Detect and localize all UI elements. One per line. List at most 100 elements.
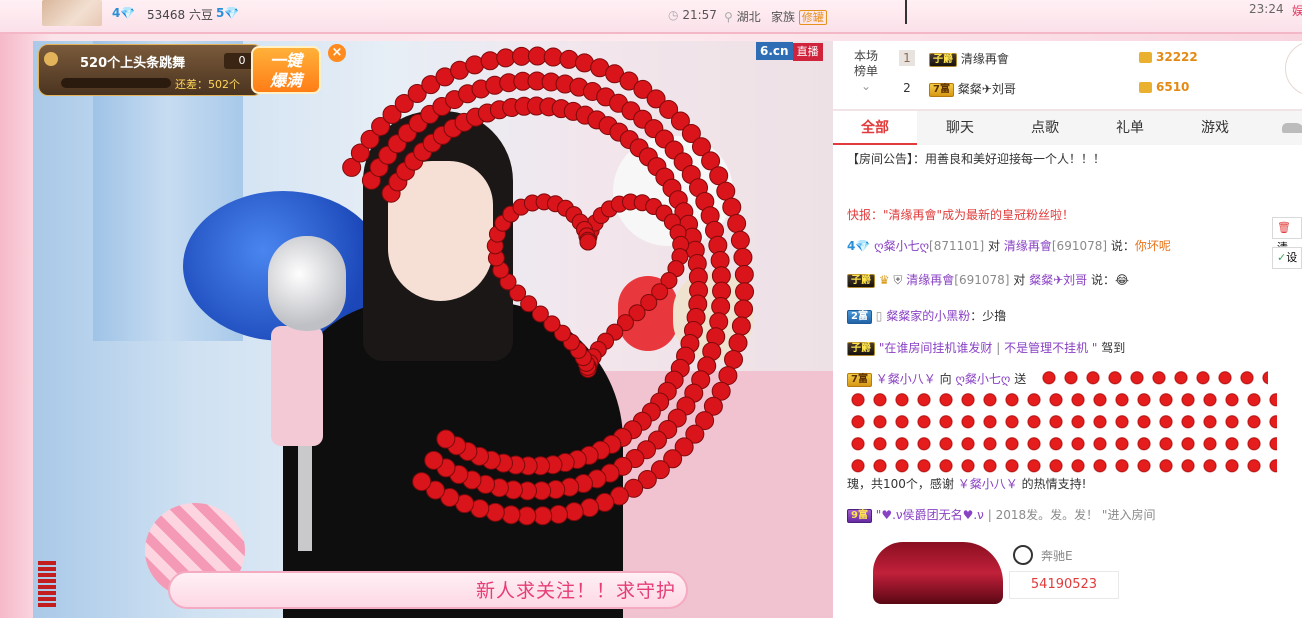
clock-icon: ◷ bbox=[668, 8, 679, 22]
separator: | bbox=[996, 341, 1001, 355]
tab-song[interactable]: 点歌 bbox=[1003, 111, 1087, 145]
room-notice: 【房间公告】：用善良和美好迎接每一个人！！！ bbox=[847, 149, 1277, 169]
notice-label: 【房间公告】 bbox=[847, 152, 914, 166]
wealth-badge: 2富 bbox=[847, 309, 872, 324]
rose bbox=[480, 51, 500, 71]
top-right-link[interactable]: 娱 bbox=[1292, 2, 1302, 19]
rose bbox=[733, 247, 753, 267]
top-bar: 4💎 53468 六豆 5💎 ◷ 21:57 ⚲ 湖北 家族 修罐 23:24 … bbox=[0, 0, 1302, 34]
sender-name[interactable]: 清缘再會 bbox=[906, 273, 954, 287]
sender-name[interactable]: "在谁房间挂机谁发财 bbox=[879, 341, 993, 355]
rose-row bbox=[847, 413, 1277, 437]
chat-list[interactable]: 【房间公告】：用善良和美好迎接每一个人！！！ 快报："清缘再會"成为最新的皇冠粉… bbox=[833, 145, 1277, 618]
task-remaining: 还差：502个 bbox=[175, 78, 240, 91]
message-text: ：少撸 bbox=[970, 309, 1007, 323]
rank-row[interactable]: 1 子爵 清缘再會 32222 bbox=[899, 48, 1239, 70]
wealth-badge: 7富 bbox=[847, 372, 872, 387]
to-word: 对 bbox=[1013, 273, 1026, 287]
rose-row bbox=[847, 435, 1277, 459]
rank-label[interactable]: 本场榜单 ⌄ bbox=[853, 49, 879, 94]
beans-count: 53468 六豆 bbox=[147, 8, 213, 22]
clock: ◷ 21:57 bbox=[668, 8, 717, 22]
rose bbox=[548, 504, 568, 524]
family-tag[interactable]: 修罐 bbox=[798, 10, 827, 25]
rose bbox=[543, 47, 563, 67]
clock-time: 21:57 bbox=[682, 8, 717, 22]
clear-chat-button[interactable]: 🗑清 bbox=[1272, 217, 1302, 254]
settings-button[interactable]: ✓设 bbox=[1272, 247, 1302, 269]
receiver-name[interactable]: ღ粲小七ღ bbox=[955, 372, 1010, 386]
sender-name[interactable]: "♥.ν侯爵团无名♥.ν bbox=[876, 508, 984, 522]
rose bbox=[735, 282, 755, 302]
car-name: 奔驰E bbox=[1041, 549, 1073, 563]
receiver-name[interactable]: 粲粲✈刘哥 bbox=[1029, 273, 1087, 287]
rose bbox=[512, 46, 532, 66]
to-word: 向 bbox=[939, 372, 952, 386]
sender-name[interactable]: 粲粲家的小黑粉 bbox=[886, 309, 970, 323]
chat-tabs: 全部 聊天 点歌 礼单 游戏 bbox=[833, 109, 1302, 145]
noble-badge: 子爵 bbox=[847, 273, 875, 288]
car-icon[interactable] bbox=[1282, 123, 1302, 133]
rose bbox=[716, 181, 736, 201]
coin-icon bbox=[1139, 52, 1152, 63]
gift-sender-name[interactable]: ￥粲小八￥ bbox=[958, 477, 1018, 491]
enter-text: 2018发。发。发！ "进入房间 bbox=[995, 508, 1156, 522]
rose bbox=[564, 502, 584, 522]
say-word: 说： bbox=[1091, 273, 1116, 287]
tab-gifts[interactable]: 礼单 bbox=[1088, 111, 1172, 145]
sender-name[interactable]: ღ粲小七ღ bbox=[874, 239, 929, 253]
gift-summary-a: 瑰，共100个，感谢 bbox=[847, 477, 954, 491]
live-label: 直播 bbox=[792, 43, 823, 61]
one-key-fill-button[interactable]: 一键 爆满 bbox=[251, 46, 321, 94]
rank-row[interactable]: 2 7富 粲粲✈刘哥 6510 bbox=[899, 78, 1239, 100]
close-task-button[interactable]: × bbox=[328, 44, 346, 62]
car-owner-id[interactable]: 54190523 bbox=[1009, 571, 1119, 599]
receiver-name[interactable]: 清缘再會 bbox=[1004, 239, 1052, 253]
tab-all[interactable]: 全部 bbox=[833, 111, 917, 145]
phone-icon: ▯ bbox=[875, 309, 883, 323]
video-stream[interactable]: 520个上头条跳舞 0 还差：502个 一键 爆满 × 6.cn 直播 新人求关注！… bbox=[33, 41, 833, 618]
avatar[interactable] bbox=[42, 0, 102, 26]
diamond-icon: 💎 bbox=[120, 6, 136, 20]
sender-name[interactable]: ￥粲小八￥ bbox=[876, 372, 936, 386]
rose bbox=[533, 506, 553, 526]
diamond-icon-2: 💎 bbox=[224, 6, 240, 20]
give-word: 送 bbox=[1014, 372, 1027, 386]
live-room-page: 4💎 53468 六豆 5💎 ◷ 21:57 ⚲ 湖北 家族 修罐 23:24 … bbox=[0, 0, 1302, 618]
task-icon bbox=[44, 52, 58, 66]
rose bbox=[517, 506, 537, 526]
onekey-line1: 一键 bbox=[269, 51, 302, 70]
rank-user-name: 粲粲✈刘哥 bbox=[957, 82, 1016, 96]
family-info[interactable]: 家族 修罐 bbox=[771, 8, 827, 25]
level-badge: 4💎 bbox=[112, 6, 135, 20]
tab-chat[interactable]: 聊天 bbox=[918, 111, 1002, 145]
location: ⚲ 湖北 bbox=[724, 8, 761, 25]
say-word: 说： bbox=[1110, 239, 1135, 253]
rank-score: 6510 bbox=[1139, 80, 1189, 94]
wealth-level-badge: 5💎 bbox=[216, 6, 239, 20]
rank-user-name: 清缘再會 bbox=[960, 52, 1009, 66]
tab-games[interactable]: 游戏 bbox=[1173, 111, 1257, 145]
collapse-toggle[interactable] bbox=[1285, 41, 1302, 96]
chat-message: 4💎 ღ粲小七ღ[871101] 对 清缘再會[691078] 说：你坏呢 bbox=[847, 236, 1277, 256]
rose bbox=[436, 429, 456, 449]
gift-summary: 瑰，共100个，感谢 ￥粲小八￥ 的热情支持! bbox=[847, 474, 1277, 494]
diamond-icon: 💎 bbox=[855, 239, 871, 253]
rank-name: 子爵 清缘再會 bbox=[929, 50, 1009, 67]
benz-logo-icon bbox=[1013, 545, 1033, 565]
rose-row bbox=[1038, 369, 1268, 393]
rose bbox=[501, 505, 521, 525]
rose-gift-animation bbox=[342, 46, 755, 526]
task-widget: 520个上头条跳舞 0 还差：502个 bbox=[38, 44, 263, 96]
chat-message: 2富 ▯ 粲粲家的小黑粉：少撸 bbox=[847, 306, 1277, 326]
wealth-badge: 7富 bbox=[929, 82, 954, 97]
sender-name-2[interactable]: 不是管理不挂机 " bbox=[1004, 341, 1097, 355]
sender-id: [691078] bbox=[954, 273, 1010, 287]
right-panel: 本场榜单 ⌄ 1 子爵 清缘再會 32222 2 7富 粲粲✈刘哥 6510 全部… bbox=[833, 41, 1302, 618]
coin-icon bbox=[1139, 82, 1152, 93]
noble-badge: 子爵 bbox=[929, 52, 957, 67]
rose bbox=[496, 48, 516, 68]
rose-row bbox=[847, 391, 1277, 415]
crown-icon: ♛ bbox=[878, 273, 890, 287]
to-word: 对 bbox=[988, 239, 1001, 253]
